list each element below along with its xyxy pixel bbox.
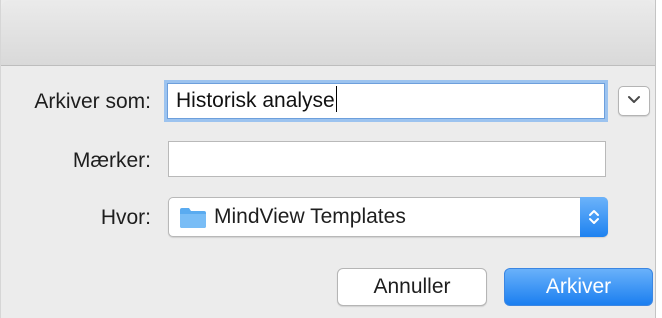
location-value: MindView Templates: [214, 205, 406, 228]
save-button[interactable]: Arkiver: [504, 268, 653, 306]
screen: Arkiver som: Historisk analyse Mærker: H…: [0, 0, 662, 318]
where-label: Hvor:: [100, 206, 151, 229]
save-as-label: Arkiver som:: [34, 90, 151, 113]
save-as-input[interactable]: Historisk analyse: [167, 83, 605, 119]
tags-label: Mærker:: [72, 149, 151, 172]
up-down-arrows-icon: [580, 197, 608, 237]
tags-input[interactable]: [168, 141, 606, 177]
chevron-down-icon: [627, 92, 641, 110]
cancel-button[interactable]: Annuller: [337, 268, 487, 306]
save-as-value: Historisk analyse: [176, 89, 335, 112]
expand-dialog-button[interactable]: [618, 86, 650, 116]
text-caret: [335, 86, 337, 113]
location-popup[interactable]: MindView Templates: [168, 197, 608, 237]
title-bar: [1, 0, 655, 66]
save-dialog: Arkiver som: Historisk analyse Mærker: H…: [0, 0, 656, 318]
folder-icon: [179, 207, 207, 235]
